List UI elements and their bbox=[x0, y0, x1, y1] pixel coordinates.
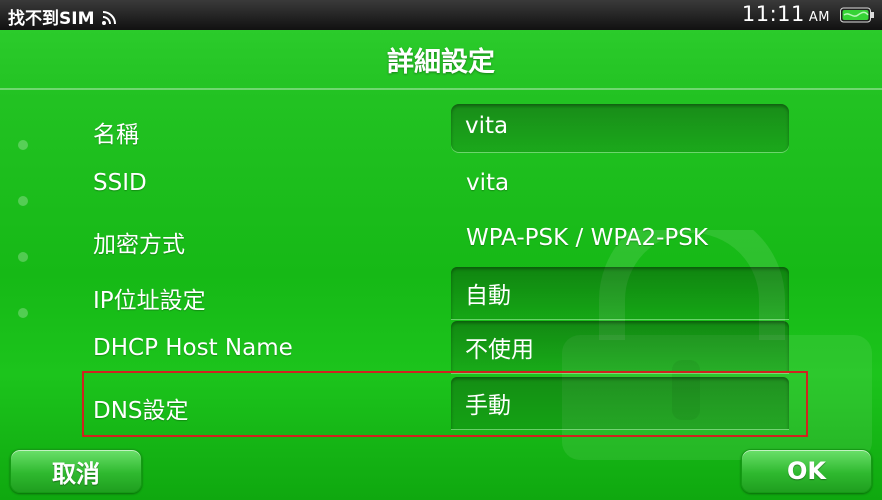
dns-row-highlight bbox=[82, 371, 808, 437]
dhcp-host-name-select[interactable]: 不使用 bbox=[451, 321, 789, 373]
ok-button[interactable]: OK bbox=[741, 449, 872, 493]
page-title: 詳細設定 bbox=[387, 47, 495, 78]
ssid-value: vita bbox=[466, 170, 510, 196]
clock-time: 11:11 bbox=[741, 2, 805, 26]
label-name: 名稱 bbox=[93, 122, 139, 148]
clock: 11:11 AM bbox=[742, 2, 830, 26]
encryption-value: WPA-PSK / WPA2-PSK bbox=[466, 225, 708, 251]
background-menu-item bbox=[18, 308, 88, 364]
clock-ampm: AM bbox=[808, 10, 830, 25]
label-dhcp-host-name: DHCP Host Name bbox=[93, 335, 293, 361]
label-ip-setting: IP位址設定 bbox=[93, 288, 206, 314]
background-menu-item bbox=[18, 196, 88, 252]
title-divider bbox=[0, 88, 882, 90]
label-encryption: 加密方式 bbox=[93, 232, 185, 258]
wifi-icon bbox=[101, 10, 116, 25]
cancel-button[interactable]: 取消 bbox=[10, 449, 142, 493]
status-bar: 找不到SIM 11:11 AM bbox=[0, 0, 882, 30]
carrier-text: 找不到SIM bbox=[8, 9, 95, 29]
ip-setting-select[interactable]: 自動 bbox=[451, 267, 789, 319]
label-ssid: SSID bbox=[93, 170, 147, 196]
background-menu-item bbox=[18, 140, 88, 196]
background-menu-item bbox=[18, 252, 88, 308]
battery-icon bbox=[840, 7, 874, 23]
name-field[interactable]: vita bbox=[451, 104, 789, 152]
carrier-status: 找不到SIM bbox=[8, 4, 119, 29]
background-menu bbox=[18, 140, 88, 364]
